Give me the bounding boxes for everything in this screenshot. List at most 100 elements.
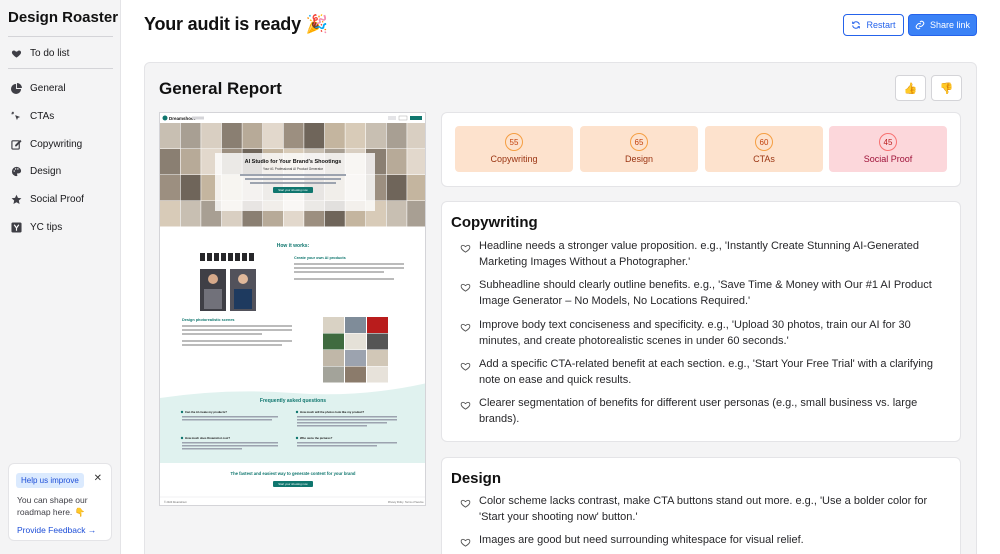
preview-scene-tile xyxy=(345,366,366,383)
restart-button[interactable]: Restart xyxy=(843,14,904,36)
click-icon xyxy=(10,110,22,122)
preview-photo-tile xyxy=(386,149,407,175)
preview-scene-tile xyxy=(345,333,366,350)
sidebar-item-ctas[interactable]: CTAs xyxy=(10,106,54,126)
preview-photo-tile xyxy=(407,175,425,201)
list-item[interactable]: Subheadline should clearly outline benef… xyxy=(460,277,950,309)
heart-icon[interactable] xyxy=(460,398,471,410)
score-label: Social Proof xyxy=(863,154,913,164)
preview-terms: Terms of Service xyxy=(405,501,424,504)
thumbs-up-button[interactable]: 👍 xyxy=(895,75,926,101)
section-title: Copywriting xyxy=(451,214,538,231)
close-icon[interactable]: ✕ xyxy=(94,473,102,484)
list-item[interactable]: Headline needs a stronger value proposit… xyxy=(460,238,950,270)
list-item[interactable]: Images are good but need surrounding whi… xyxy=(460,532,950,548)
preview-logo: Dreamshoot xyxy=(169,116,196,121)
score-label: CTAs xyxy=(753,154,775,164)
restart-label: Restart xyxy=(866,20,896,30)
preview-step2-title: Design photorealistic scenes xyxy=(182,318,235,322)
item-text: Subheadline should clearly outline benef… xyxy=(479,279,932,307)
score-value: 60 xyxy=(755,133,773,151)
palette-icon xyxy=(10,165,22,177)
feedback-card: Help us improve ✕ You can shape our road… xyxy=(8,463,112,541)
preview-faq-title: Frequently asked questions xyxy=(260,398,326,404)
yc-icon xyxy=(10,221,22,233)
help-badge: Help us improve xyxy=(16,473,84,488)
design-card: Design Color scheme lacks contrast, make… xyxy=(441,457,961,554)
preview-photo-tile xyxy=(180,201,201,227)
preview-scene-tile xyxy=(323,333,344,350)
page-title: Your audit is ready 🎉 xyxy=(144,14,328,34)
list-item[interactable]: Clearer segmentation of benefits for dif… xyxy=(460,395,950,427)
thumbs-up-icon: 👍 xyxy=(903,82,918,95)
heart-icon[interactable] xyxy=(460,535,471,547)
list-item[interactable]: Add a specific CTA-related benefit at ea… xyxy=(460,356,950,388)
provide-feedback-link[interactable]: Provide Feedback → xyxy=(17,525,96,535)
preview-photo-tile xyxy=(407,201,425,227)
preview-scene-tile xyxy=(345,317,366,333)
score-design[interactable]: 65 Design xyxy=(580,126,698,172)
sidebar-item-general[interactable]: General xyxy=(10,78,66,98)
preview-faq-q3: How much does Dreamshot cost? xyxy=(185,436,230,440)
preview-photo-tile xyxy=(263,123,283,149)
preview-photo-tile xyxy=(201,123,222,149)
preview-product-thumb xyxy=(207,253,212,261)
preview-photo-tile xyxy=(407,123,425,149)
heart-icon[interactable] xyxy=(460,496,471,508)
preview-photo-tile xyxy=(386,123,407,149)
list-item[interactable]: Color scheme lacks contrast, make CTA bu… xyxy=(460,493,950,525)
thumbs-down-button[interactable]: 👎 xyxy=(931,75,962,101)
sidebar-item-copywriting[interactable]: Copywriting xyxy=(10,134,82,154)
score-label: Design xyxy=(624,154,653,164)
brand-title: Design Roaster xyxy=(8,9,119,26)
pencil-icon xyxy=(10,138,22,150)
heart-icon[interactable] xyxy=(460,359,471,371)
heart-icon[interactable] xyxy=(460,241,471,253)
sidebar-item-label: To do list xyxy=(30,47,70,59)
preview-product-thumb xyxy=(214,253,219,261)
score-social-proof[interactable]: 45 Social Proof xyxy=(829,126,947,172)
sidebar-item-yc-tips[interactable]: YC tips xyxy=(10,217,62,237)
share-link-button[interactable]: Share link xyxy=(908,14,977,36)
score-copywriting[interactable]: 55 Copywriting xyxy=(455,126,573,172)
preview-scene-tile xyxy=(345,350,366,366)
heart-icon[interactable] xyxy=(460,320,471,332)
preview-photo-tile xyxy=(180,175,201,201)
section-title: Design xyxy=(451,470,502,487)
heart-icon xyxy=(10,47,22,59)
preview-scene-tile xyxy=(323,350,344,366)
item-text: Improve body text conciseness and specif… xyxy=(479,319,911,347)
preview-photo-tile xyxy=(180,123,201,149)
refresh-icon xyxy=(852,21,861,29)
sidebar-item-design[interactable]: Design xyxy=(10,161,61,181)
preview-photo-tile xyxy=(304,123,325,149)
preview-step1-title: Create your own AI products xyxy=(294,256,346,260)
preview-photo-tile xyxy=(386,175,407,201)
score-label: Copywriting xyxy=(490,154,538,164)
sidebar-item-label: YC tips xyxy=(30,221,63,233)
score-ctas[interactable]: 60 CTAs xyxy=(705,126,823,172)
preview-product-thumb xyxy=(200,253,205,261)
heart-icon[interactable] xyxy=(460,280,471,292)
sidebar-item-todo[interactable]: To do list xyxy=(10,43,69,63)
sidebar-item-label: Design xyxy=(30,165,62,177)
preview-scene-tile xyxy=(323,366,344,383)
sidebar: Design Roaster To do list General CTAs C… xyxy=(0,0,121,554)
website-screenshot: Dreamshoot AI Studio for Your Brand's Sh… xyxy=(159,112,426,506)
preview-product-thumb xyxy=(249,253,254,261)
sidebar-item-label: Copywriting xyxy=(30,138,83,150)
sidebar-item-social-proof[interactable]: Social Proof xyxy=(10,189,84,209)
sidebar-item-label: CTAs xyxy=(30,110,55,122)
preview-photo-tile xyxy=(160,175,180,201)
score-value: 45 xyxy=(879,133,897,151)
preview-photo-tile xyxy=(324,123,345,149)
preview-hero-cta: Start your shooting now xyxy=(278,188,308,192)
list-item[interactable]: Improve body text conciseness and specif… xyxy=(460,317,950,349)
preview-faq-q1: Can the AI create my products? xyxy=(185,410,227,414)
preview-photo-tile xyxy=(160,149,180,175)
preview-photo-tile xyxy=(407,149,425,175)
item-text: Color scheme lacks contrast, make CTA bu… xyxy=(479,495,928,523)
preview-photo-tile xyxy=(221,123,242,149)
preview-how-title: How it works: xyxy=(277,243,310,249)
preview-photo-tile xyxy=(366,123,386,149)
